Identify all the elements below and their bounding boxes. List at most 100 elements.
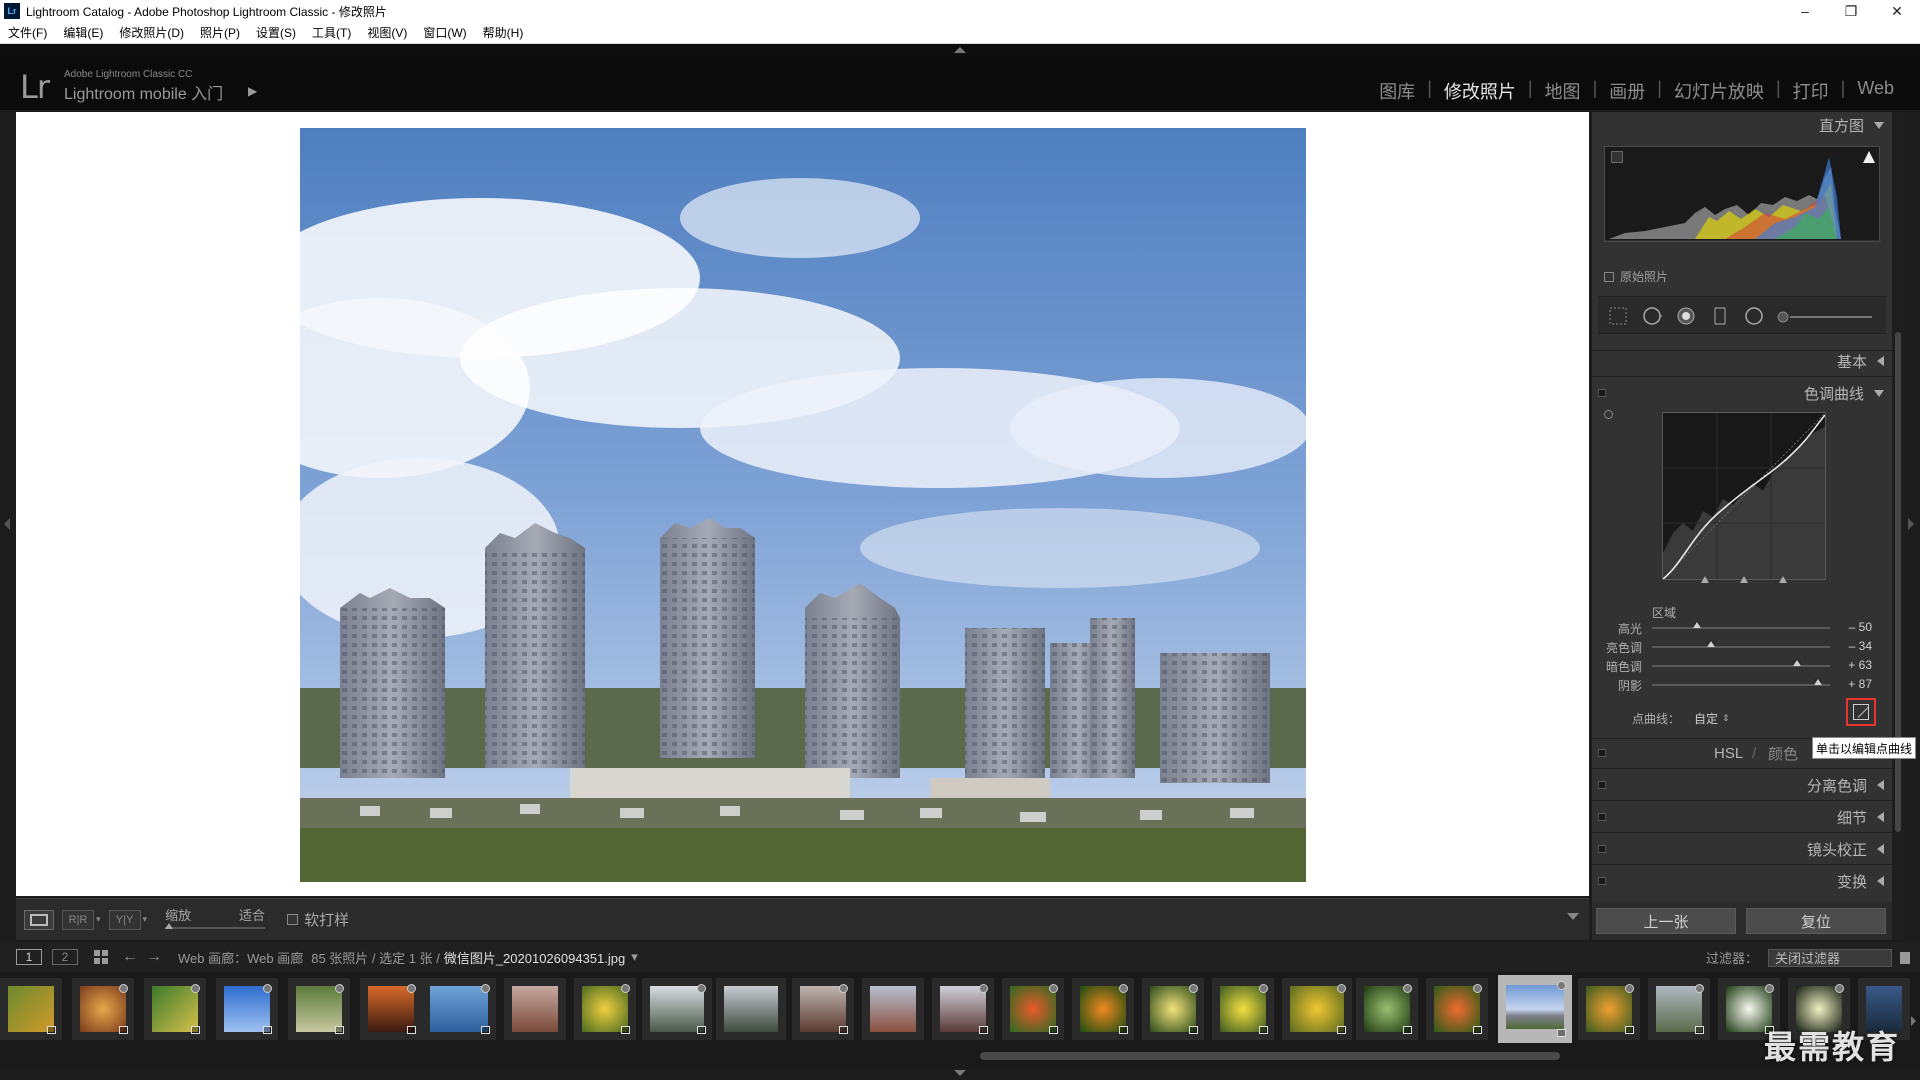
menu-file[interactable]: 文件(F) [0,24,55,41]
slider-thumb[interactable] [1692,622,1701,628]
slider-track[interactable] [1652,684,1830,686]
menu-photo[interactable]: 照片(P) [192,24,248,41]
color-tab[interactable]: 颜色 [1768,743,1798,764]
filmstrip-thumbnail[interactable] [574,978,636,1040]
menu-develop[interactable]: 修改照片(D) [111,24,192,41]
filmstrip-scrollbar[interactable] [980,1052,1560,1060]
module-web[interactable]: Web [1845,78,1906,104]
loupe-view-button[interactable] [24,909,54,930]
toolbar-options-icon[interactable] [1567,913,1579,920]
shadows-value[interactable]: + 87 [1832,677,1872,691]
filmstrip-thumbnail[interactable] [1282,978,1352,1040]
spot-removal-icon[interactable] [1642,306,1662,326]
filmstrip-thumbnail[interactable] [716,978,786,1040]
filmstrip-thumbnail[interactable] [862,978,924,1040]
targeted-adjustment-icon[interactable] [1604,410,1613,419]
main-window-button[interactable]: 1 [16,949,42,965]
reset-button[interactable]: 复位 [1746,908,1886,934]
collapse-filmstrip-icon[interactable] [954,1070,966,1076]
filmstrip-thumbnail[interactable] [504,978,566,1040]
edit-point-curve-button[interactable] [1846,698,1876,726]
left-panel-toggle-icon[interactable] [4,518,10,530]
graduated-filter-icon[interactable] [1710,306,1730,326]
point-curve-selector[interactable]: 点曲线： 自定 ⇕ [1632,710,1730,727]
tone-curve-header[interactable]: 色调曲线 [1592,380,1892,406]
slider-track[interactable] [1652,627,1830,629]
loupe-view[interactable] [16,112,1589,896]
filmstrip-thumbnail[interactable] [288,978,350,1040]
red-eye-icon[interactable] [1676,306,1696,326]
filmstrip-thumbnail[interactable] [1426,978,1488,1040]
adjustment-brush-slider[interactable] [1776,310,1876,324]
filmstrip-thumbnail[interactable] [0,978,62,1040]
lock-icon[interactable] [1900,951,1910,964]
split-toning-header[interactable]: 分离色调 [1592,772,1892,798]
chevron-down-icon[interactable]: ▾ [631,949,638,965]
before-after-split-button[interactable]: Y|Y [108,909,141,930]
highlights-value[interactable]: – 50 [1832,620,1872,634]
crop-overlay-icon[interactable] [1608,306,1628,326]
filmstrip-thumbnail[interactable] [1648,978,1710,1040]
filmstrip-thumbnail[interactable] [642,978,712,1040]
filmstrip-thumbnail[interactable] [144,978,206,1040]
histogram[interactable] [1604,146,1881,242]
slider-track[interactable] [1652,646,1830,648]
filmstrip-thumbnail[interactable] [360,978,422,1040]
radial-filter-icon[interactable] [1744,306,1764,326]
histogram-header[interactable]: 直方图 [1592,112,1892,138]
detail-header[interactable]: 细节 [1592,804,1892,830]
grid-view-icon[interactable] [94,950,108,964]
develop-photo[interactable] [300,128,1306,882]
menu-window[interactable]: 窗口(W) [415,24,474,41]
point-curve-value[interactable]: 自定 [1694,710,1718,727]
top-panel-toggle-strip[interactable] [0,44,1920,56]
filmstrip-thumbnail[interactable] [422,978,496,1040]
lights-value[interactable]: – 34 [1832,639,1872,653]
menu-tools[interactable]: 工具(T) [304,24,359,41]
previous-button[interactable]: 上一张 [1596,908,1736,934]
filmstrip-source[interactable]: Web 画廊：Web 画廊 [178,948,303,967]
minimize-button[interactable]: – [1782,0,1828,22]
filmstrip-thumbnail[interactable] [216,978,278,1040]
original-photo-checkbox[interactable] [1604,271,1614,282]
filmstrip-thumbnail[interactable] [1002,978,1064,1040]
tone-curve-switch[interactable] [1598,389,1606,397]
transform-switch[interactable] [1598,877,1606,885]
soft-proof-toggle[interactable]: 软打样 [287,909,349,930]
menu-help[interactable]: 帮助(H) [475,24,532,41]
module-library[interactable]: 图库 [1367,78,1427,104]
menu-settings[interactable]: 设置(S) [248,24,304,41]
detail-switch[interactable] [1598,813,1606,821]
filmstrip-thumbnail[interactable] [1578,978,1640,1040]
hsl-switch[interactable] [1598,749,1606,757]
chevron-down-icon[interactable]: ▾ [143,914,148,925]
tone-curve-graph[interactable] [1662,412,1826,583]
play-arrow-icon[interactable]: ▶ [248,84,257,98]
module-slideshow[interactable]: 幻灯片放映 [1662,78,1776,104]
right-panel-toggle-icon[interactable] [1908,518,1914,530]
slider-thumb[interactable] [1793,660,1802,666]
chevron-down-icon[interactable]: ▾ [96,914,101,925]
basic-header[interactable]: 基本 [1592,348,1892,374]
darks-value[interactable]: + 63 [1832,658,1872,672]
collapse-up-icon[interactable] [954,47,966,53]
forward-arrow-icon[interactable]: → [146,948,162,966]
shadow-clipping-icon[interactable] [1611,151,1623,163]
transform-header[interactable]: 变换 [1592,868,1892,894]
slider-thumb[interactable] [1814,679,1823,685]
darks-slider[interactable]: 暗色调 + 63 [1592,658,1892,676]
slider-track[interactable] [1652,665,1830,667]
lens-correction-switch[interactable] [1598,845,1606,853]
filmstrip-thumbnail[interactable] [792,978,854,1040]
split-toning-switch[interactable] [1598,781,1606,789]
lights-slider[interactable]: 亮色调 – 34 [1592,639,1892,657]
module-map[interactable]: 地图 [1533,78,1593,104]
scroll-right-icon[interactable] [1911,1016,1916,1026]
close-button[interactable]: ✕ [1874,0,1920,22]
highlights-slider[interactable]: 高光 – 50 [1592,620,1892,638]
menu-edit[interactable]: 编辑(E) [55,24,111,41]
module-develop[interactable]: 修改照片 [1432,78,1528,104]
filmstrip-thumbnail[interactable] [1072,978,1134,1040]
module-print[interactable]: 打印 [1781,78,1841,104]
slider-thumb[interactable] [1706,641,1715,647]
